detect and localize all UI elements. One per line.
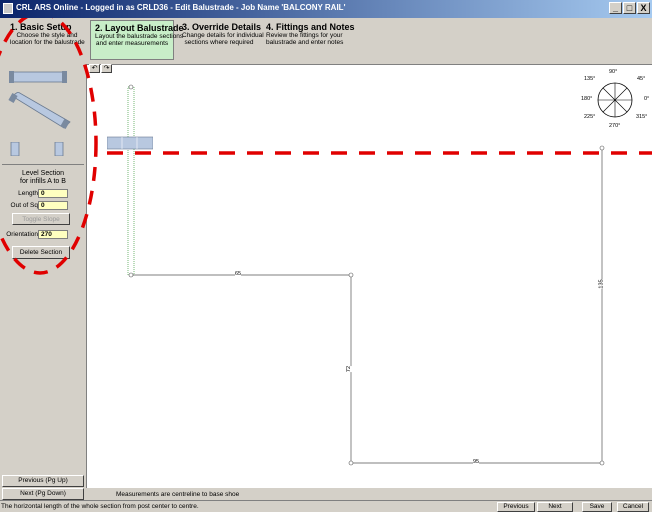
step-desc: balustrade and enter notes	[266, 39, 344, 46]
app-icon	[3, 3, 13, 14]
title-bar: CRL ARS Online - Logged in as CRLD36 - E…	[0, 0, 652, 18]
close-button[interactable]: X	[637, 2, 650, 14]
status-text: The horizontal length of the whole secti…	[1, 503, 199, 510]
drawing-canvas[interactable]: 90° 45° 135° 180° 0° 225° 315° 270° 65 1…	[86, 64, 652, 488]
step-desc: sections where required	[184, 39, 254, 46]
step-title: 3. Override Details	[182, 22, 262, 32]
post-node	[128, 272, 134, 278]
selected-section-outline	[127, 86, 135, 276]
measurement-note: Measurements are centreline to base shoe	[116, 491, 240, 498]
step-title: 4. Fittings and Notes	[266, 22, 355, 32]
next-button[interactable]: Next	[537, 502, 573, 512]
minimize-button[interactable]: _	[609, 2, 622, 14]
save-button[interactable]: Save	[582, 502, 612, 512]
window-title: CRL ARS Online - Logged in as CRLD36 - E…	[16, 3, 346, 12]
cancel-button[interactable]: Cancel	[617, 502, 649, 512]
compass-45: 45°	[637, 76, 646, 82]
dragged-railing-piece[interactable]	[107, 136, 153, 150]
step-override-details[interactable]: 3. Override Details Change details for i…	[178, 20, 264, 60]
compass-180: 180°	[581, 96, 593, 102]
compass-225: 225°	[584, 114, 596, 120]
post-node	[348, 272, 354, 278]
previous-button[interactable]: Previous	[497, 502, 535, 512]
post-node	[599, 460, 605, 466]
compass-135: 135°	[584, 76, 596, 82]
layout-drawing	[107, 82, 652, 466]
status-bar: The horizontal length of the whole secti…	[0, 500, 652, 512]
next-pgdown-button[interactable]: Next (Pg Down)	[2, 488, 84, 500]
step-desc: Review the fittings for your	[266, 32, 343, 39]
maximize-button[interactable]: □	[623, 2, 636, 14]
post-node	[348, 460, 354, 466]
step-desc: Change details for individual	[182, 32, 264, 39]
compass-315: 315°	[636, 114, 648, 120]
dimension-label: 95	[473, 459, 480, 465]
compass-270: 270°	[609, 123, 621, 129]
step-fittings-notes[interactable]: 4. Fittings and Notes Review the fitting…	[262, 20, 355, 60]
red-annotation-circle	[0, 18, 98, 275]
compass-rose	[597, 82, 633, 118]
balustrade-path	[131, 148, 603, 464]
compass-0: 0°	[644, 96, 650, 102]
compass-90: 90°	[609, 69, 618, 75]
previous-pgup-button[interactable]: Previous (Pg Up)	[2, 475, 84, 487]
post-node	[599, 145, 605, 151]
dimension-label: 72	[346, 365, 353, 373]
post-node	[128, 84, 134, 90]
dimension-label: 135	[598, 279, 605, 289]
dimension-label: 65	[235, 271, 242, 277]
